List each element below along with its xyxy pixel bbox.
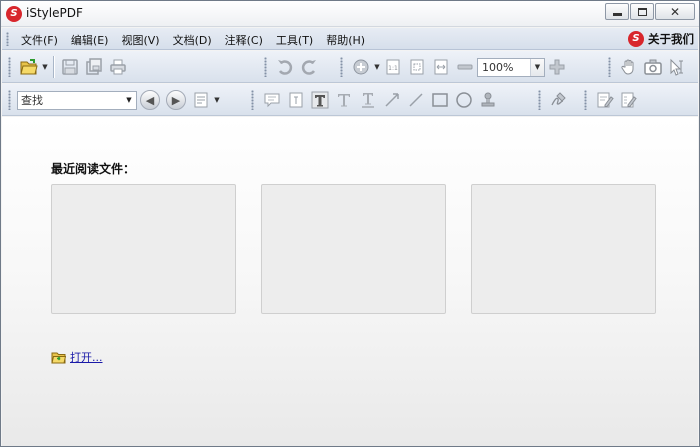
app-logo-icon: S [6,6,22,22]
open-dropdown-arrow[interactable]: ▼ [41,56,49,78]
title-bar[interactable]: S iStylePDF ✕ [1,1,699,27]
zoom-out-icon[interactable] [454,56,476,78]
previous-result-button[interactable]: ◀ [140,90,160,110]
maximize-icon [637,7,647,16]
rotate-right-icon[interactable] [298,56,320,78]
toolbar-separator [53,56,54,78]
snapshot-camera-icon[interactable] [642,56,664,78]
arrow-tool-icon[interactable] [381,89,403,111]
app-window: S iStylePDF ✕ 文件(F) 编辑(E) 视图(V) 文档(D) 注释… [0,0,700,447]
menu-items: 文件(F) 编辑(E) 视图(V) 文档(D) 注释(C) 工具(T) 帮助(H… [21,32,378,48]
comment-tools [249,88,500,112]
menu-file[interactable]: 文件(F) [21,32,58,48]
select-text-icon[interactable] [666,56,688,78]
toolbar-grip[interactable] [8,90,11,110]
zoom-tool-icon[interactable] [350,56,372,78]
maximize-button[interactable] [630,3,654,20]
menu-comment[interactable]: 注释(C) [225,32,263,48]
rotate-left-icon[interactable] [274,56,296,78]
typewriter-text-icon[interactable] [333,89,355,111]
file-tools: ▼ [6,55,130,79]
minimize-icon [612,13,622,16]
menu-help[interactable]: 帮助(H) [326,32,365,48]
toolbar-grip[interactable] [340,57,343,77]
ellipse-tool-icon[interactable] [453,89,475,111]
form-tools [582,88,641,112]
toolbar-grip[interactable] [538,90,541,110]
search-options-dropdown-arrow[interactable]: ▼ [213,89,221,111]
zoom-level-value: 100% [482,60,514,74]
search-combobox[interactable]: 查找 ▼ [17,90,137,110]
recent-file-slot[interactable] [261,184,446,314]
arrow-left-icon: ◀ [145,93,155,107]
window-title: iStylePDF [26,6,83,20]
underline-text-icon[interactable] [357,89,379,111]
close-button[interactable]: ✕ [655,3,695,20]
stamp-tool-icon[interactable] [477,89,499,111]
print-icon[interactable] [107,56,129,78]
window-controls: ✕ [604,3,695,20]
rectangle-tool-icon[interactable] [429,89,451,111]
open-folder-icon [51,352,66,363]
about-us-label: 关于我们 [648,32,694,46]
search-options-icon[interactable] [190,89,212,111]
next-result-button[interactable]: ▶ [166,90,186,110]
menu-view[interactable]: 视图(V) [121,32,159,48]
edit-document-icon[interactable] [594,89,616,111]
toolbar-grip[interactable] [584,90,587,110]
save-as-icon[interactable] [83,56,105,78]
annotation-toolbar: 查找 ▼ ◀ ▶ ▼ [2,84,698,116]
edit-form-icon[interactable] [618,89,640,111]
minimize-button[interactable] [605,3,629,20]
recent-files-title: 最近阅读文件： [51,162,136,176]
close-icon: ✕ [669,4,681,19]
rotate-tools [262,55,321,79]
signature-icon[interactable] [548,89,570,111]
start-page: 最近阅读文件： 打开... [2,117,698,446]
search-dropdown-arrow[interactable]: ▼ [123,93,135,108]
line-tool-icon[interactable] [405,89,427,111]
recent-file-slot[interactable] [471,184,656,314]
save-icon[interactable] [59,56,81,78]
zoom-level-select[interactable]: 100% ▼ [477,57,545,77]
actual-size-icon[interactable]: 1:1 [382,56,404,78]
toolbar-grip[interactable] [8,57,11,77]
menu-bar: 文件(F) 编辑(E) 视图(V) 文档(D) 注释(C) 工具(T) 帮助(H… [2,28,698,50]
text-note-icon[interactable] [285,89,307,111]
menu-document[interactable]: 文档(D) [173,32,212,48]
about-us-button[interactable]: S 关于我们 [628,30,694,48]
open-folder-icon[interactable] [18,56,40,78]
menu-edit[interactable]: 编辑(E) [71,32,109,48]
navigation-tools [606,55,689,79]
hand-tool-icon[interactable] [618,56,640,78]
fit-width-icon[interactable] [430,56,452,78]
recent-file-slot[interactable] [51,184,236,314]
about-logo-icon: S [628,31,644,47]
zoom-tool-dropdown-arrow[interactable]: ▼ [373,56,381,78]
arrow-right-icon: ▶ [171,93,181,107]
search-value: 查找 [21,94,43,107]
zoom-in-icon[interactable] [546,56,568,78]
zoom-tools: ▼ 1:1 100% ▼ [338,55,569,79]
menu-grip[interactable] [6,32,9,46]
textbox-bold-icon[interactable] [309,89,331,111]
fit-page-icon[interactable] [406,56,428,78]
menu-tools[interactable]: 工具(T) [276,32,313,48]
toolbar-grip[interactable] [264,57,267,77]
svg-text:1:1: 1:1 [388,65,398,72]
zoom-level-dropdown-arrow[interactable]: ▼ [530,58,544,76]
main-toolbar: ▼ ▼ 1:1 100% ▼ [2,51,698,83]
note-comment-icon[interactable] [261,89,283,111]
search-tools: 查找 ▼ ◀ ▶ ▼ [6,88,221,112]
toolbar-grip[interactable] [608,57,611,77]
sign-tools [536,88,571,112]
open-file-link[interactable]: 打开... [51,349,103,365]
toolbar-grip[interactable] [251,90,254,110]
open-file-label: 打开... [70,351,103,364]
